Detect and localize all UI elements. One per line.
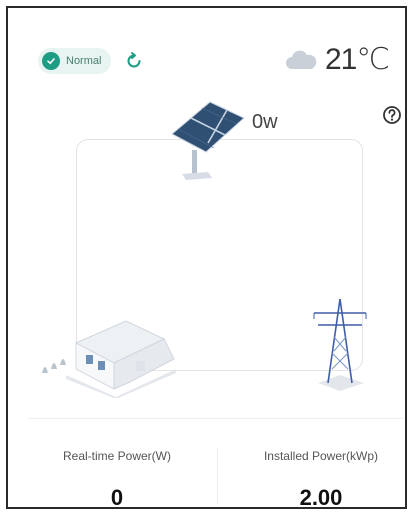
- check-circle-icon: [42, 52, 60, 70]
- refresh-icon[interactable]: [123, 50, 145, 72]
- divider: [28, 418, 403, 419]
- status-badge: Normal: [38, 48, 112, 74]
- realtime-power-label: Real-time Power(W): [62, 449, 171, 463]
- installed-power-label: Installed Power(kWp): [263, 449, 379, 463]
- realtime-power-value: 0: [110, 485, 124, 510]
- pv-power-value: 0w: [252, 111, 278, 133]
- status-label: Normal: [66, 55, 102, 67]
- cloud-icon: [285, 50, 317, 69]
- house-illustration: [42, 320, 176, 398]
- temperature: 21℃: [324, 43, 390, 76]
- stats-divider: [217, 448, 218, 504]
- help-icon[interactable]: [382, 105, 402, 125]
- weather: 21℃: [283, 42, 390, 77]
- solar-panel-illustration: [171, 101, 245, 180]
- installed-power-value: 2.00: [299, 485, 343, 510]
- power-tower-illustration: [313, 298, 367, 391]
- plant-overview-card: Normal 21℃ 0w Real-time Power(W) 0 Insta…: [6, 6, 407, 510]
